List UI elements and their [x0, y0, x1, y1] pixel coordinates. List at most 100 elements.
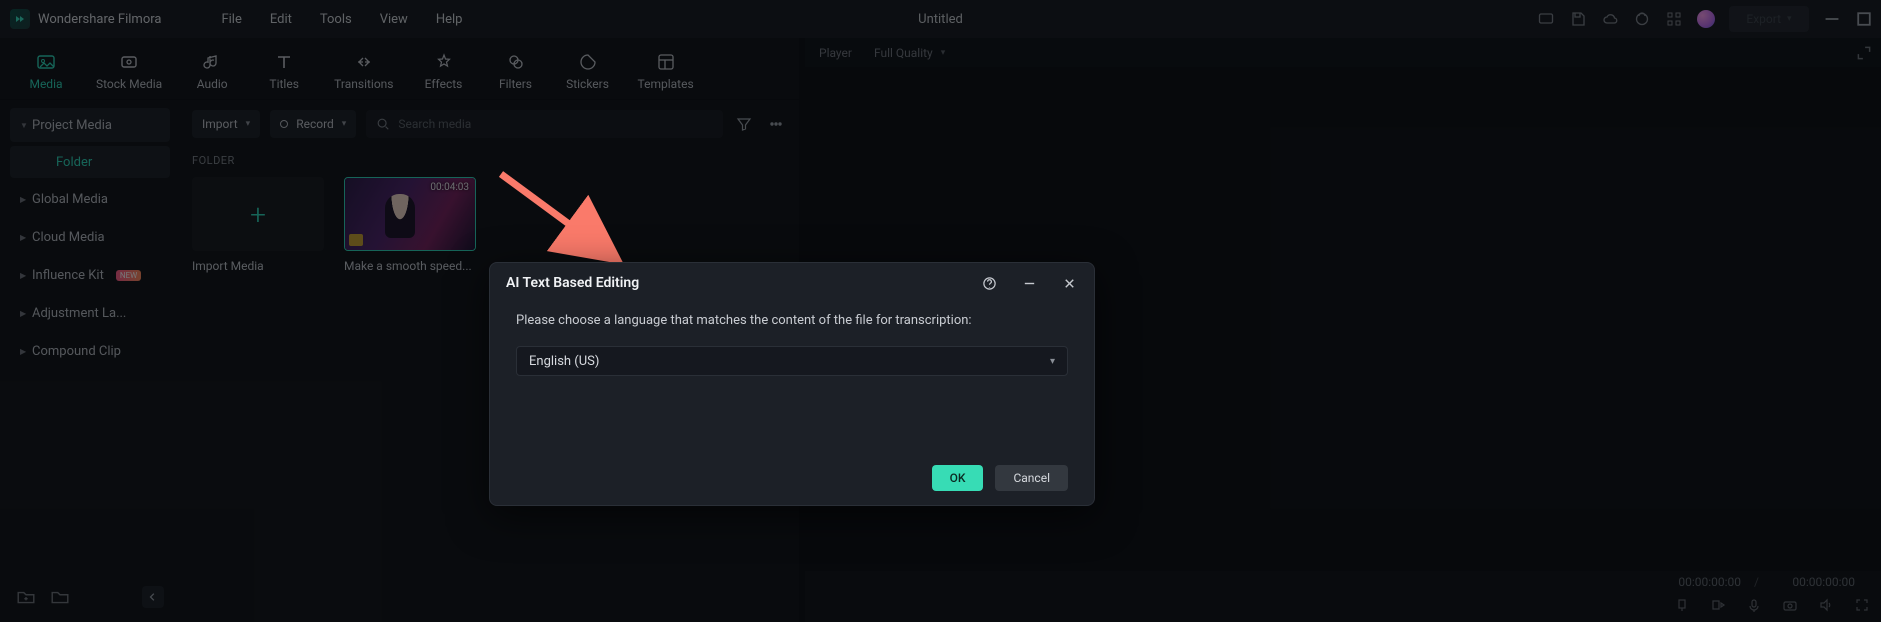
sidebar-item-global-media[interactable]: ▶Global Media	[10, 182, 170, 216]
player-controls: 00:00:00:00 / 00:00:00:00	[805, 570, 1881, 622]
import-media-tile[interactable]: + Import Media	[192, 177, 324, 273]
export-label: Export	[1746, 12, 1781, 26]
app-logo-icon	[10, 9, 30, 29]
sidebar-item-adjustment-layer[interactable]: ▶Adjustment La...	[10, 296, 170, 330]
collapse-sidebar-button[interactable]	[142, 586, 164, 608]
import-thumb: +	[192, 177, 324, 251]
chevron-down-icon: ▾	[1787, 14, 1792, 24]
tab-media[interactable]: Media	[24, 51, 68, 99]
fullscreen-icon[interactable]	[1853, 596, 1871, 614]
tool-tabs: Media Stock Media Audio Titles Transitio…	[0, 38, 799, 100]
quality-dropdown[interactable]: Full Quality▾	[874, 46, 945, 60]
tab-effects[interactable]: Effects	[422, 51, 466, 99]
ai-text-editing-dialog: AI Text Based Editing Please choose a la…	[489, 262, 1095, 506]
volume-icon[interactable]	[1817, 596, 1835, 614]
plus-icon: +	[250, 198, 266, 231]
more-icon[interactable]	[765, 113, 787, 135]
clip-type-badge-icon	[349, 234, 363, 246]
device-icon[interactable]	[1537, 10, 1555, 28]
cloud-icon[interactable]	[1601, 10, 1619, 28]
filter-icon[interactable]	[733, 113, 755, 135]
ok-button[interactable]: OK	[932, 465, 984, 491]
clip-label: Make a smooth speed...	[344, 259, 476, 273]
tab-templates[interactable]: Templates	[638, 51, 694, 99]
player-tab[interactable]: Player	[819, 46, 852, 60]
chevron-right-icon: ▶	[20, 233, 26, 242]
templates-icon	[656, 51, 676, 73]
language-selected-value: English (US)	[529, 354, 599, 369]
menu-file[interactable]: File	[221, 12, 241, 27]
dialog-title: AI Text Based Editing	[506, 275, 639, 291]
cancel-button[interactable]: Cancel	[995, 465, 1068, 491]
language-select[interactable]: English (US) ▾	[516, 346, 1068, 376]
voiceover-icon[interactable]	[1745, 596, 1763, 614]
dialog-footer: OK Cancel	[490, 451, 1094, 505]
record-dropdown[interactable]: Record▾	[270, 110, 356, 138]
media-clip-tile[interactable]: 00:04:03 Make a smooth speed...	[344, 177, 476, 273]
export-button[interactable]: Export ▾	[1729, 6, 1809, 32]
chevron-down-icon: ▾	[246, 119, 251, 129]
search-input[interactable]	[398, 117, 713, 131]
chevron-right-icon: ▶	[20, 347, 26, 356]
sidebar-footer	[10, 586, 170, 614]
stock-media-icon	[119, 51, 139, 73]
menu-edit[interactable]: Edit	[270, 12, 292, 27]
menu-view[interactable]: View	[380, 12, 408, 27]
app-name: Wondershare Filmora	[38, 12, 161, 27]
new-folder-icon[interactable]	[16, 587, 36, 607]
sidebar-item-project-media[interactable]: ▼Project Media	[10, 108, 170, 142]
import-dropdown[interactable]: Import▾	[192, 110, 260, 138]
menu-tools[interactable]: Tools	[320, 12, 352, 27]
window-maximize-button[interactable]	[1855, 10, 1873, 28]
player-header: Player Full Quality▾	[805, 38, 1881, 68]
filters-icon	[506, 51, 526, 73]
clip-duration: 00:04:03	[430, 182, 469, 193]
timecode-total: 00:00:00:00	[1792, 575, 1855, 589]
tab-stickers[interactable]: Stickers	[566, 51, 610, 99]
tab-audio[interactable]: Audio	[190, 51, 234, 99]
stickers-icon	[578, 51, 598, 73]
chevron-right-icon: ▶	[20, 309, 26, 318]
chevron-down-icon: ▼	[20, 121, 26, 130]
timecode-separator: /	[1754, 575, 1759, 589]
search-field[interactable]	[366, 110, 723, 138]
content-toolbar: Import▾ Record▾	[192, 110, 787, 138]
tab-stock-media[interactable]: Stock Media	[96, 51, 162, 99]
help-icon[interactable]	[980, 274, 998, 292]
menu-help[interactable]: Help	[436, 12, 463, 27]
chevron-down-icon: ▾	[342, 119, 347, 129]
document-title: Untitled	[918, 12, 963, 27]
clip-thumb: 00:04:03	[344, 177, 476, 251]
effects-icon	[434, 51, 454, 73]
title-bar: Wondershare Filmora File Edit Tools View…	[0, 0, 1881, 38]
player-tool-icons	[1673, 596, 1871, 614]
tab-transitions[interactable]: Transitions	[334, 51, 393, 99]
save-icon[interactable]	[1569, 10, 1587, 28]
tab-titles[interactable]: Titles	[262, 51, 306, 99]
search-icon	[376, 117, 390, 131]
tab-filters[interactable]: Filters	[494, 51, 538, 99]
menu-bar: File Edit Tools View Help	[221, 12, 462, 27]
sidebar: ▼Project Media Folder ▶Global Media ▶Clo…	[0, 100, 180, 622]
expand-icon[interactable]	[1855, 44, 1873, 62]
marker-icon[interactable]	[1673, 596, 1691, 614]
folder-icon[interactable]	[50, 587, 70, 607]
dialog-body: Please choose a language that matches th…	[490, 303, 1094, 451]
ratio-icon[interactable]	[1709, 596, 1727, 614]
sidebar-item-influence-kit[interactable]: ▶Influence KitNEW	[10, 258, 170, 292]
close-dialog-button[interactable]	[1060, 274, 1078, 292]
dialog-header: AI Text Based Editing	[490, 263, 1094, 303]
sidebar-item-cloud-media[interactable]: ▶Cloud Media	[10, 220, 170, 254]
grid-icon[interactable]	[1665, 10, 1683, 28]
transitions-icon	[354, 51, 374, 73]
support-icon[interactable]	[1633, 10, 1651, 28]
titles-icon	[274, 51, 294, 73]
audio-icon	[202, 51, 222, 73]
snapshot-icon[interactable]	[1781, 596, 1799, 614]
sidebar-item-compound-clip[interactable]: ▶Compound Clip	[10, 334, 170, 368]
window-minimize-button[interactable]	[1823, 10, 1841, 28]
sidebar-sub-folder[interactable]: Folder	[10, 146, 170, 178]
minimize-dialog-button[interactable]	[1020, 274, 1038, 292]
user-avatar[interactable]	[1697, 10, 1715, 28]
record-icon	[280, 120, 288, 128]
